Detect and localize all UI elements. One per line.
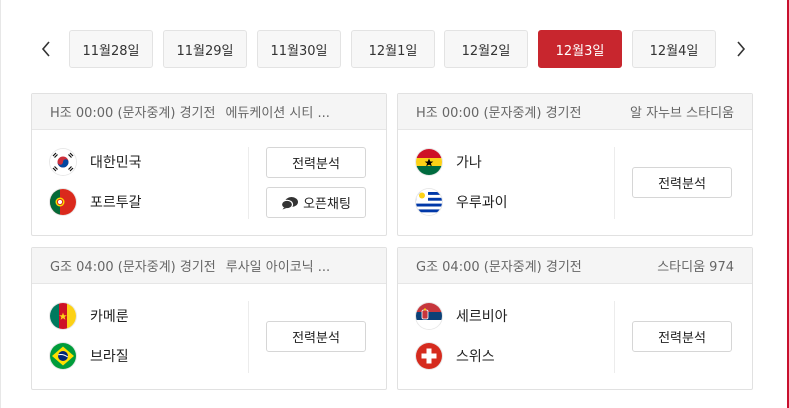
team-name: 포르투갈 [90,195,142,211]
match-venue: 에듀케이션 시티 ... [225,106,330,121]
cameroon-flag-icon [50,303,76,329]
next-date-button[interactable] [726,30,756,68]
match-venue: 알 자누브 스타디움 [630,106,734,121]
home-team[interactable]: 대한민국 [50,148,142,176]
date-tab[interactable]: 12월1일 [351,30,435,68]
divider [248,301,249,373]
team-name: 카메룬 [90,309,129,325]
away-team[interactable]: 포르투갈 [50,188,142,216]
team-name: 브라질 [90,349,129,365]
team-name: 스위스 [456,349,495,365]
team-name: 가나 [456,155,482,171]
analysis-button[interactable]: 전력분석 [266,321,366,352]
match-info: G조 04:00 (문자중계) 경기전 [50,260,216,275]
analysis-button[interactable]: 전력분석 [632,321,732,352]
match-info: H조 00:00 (문자중계) 경기전 [416,106,582,121]
open-chat-button[interactable]: 오픈채팅 [266,187,366,218]
match-header: H조 00:00 (문자중계) 경기전 알 자누브 스타디움 [398,94,752,130]
south-korea-flag-icon [50,149,76,175]
match-card: H조 00:00 (문자중계) 경기전 에듀케이션 시티 ... 대한민국 포르… [31,93,387,236]
away-team[interactable]: 브라질 [50,342,129,370]
date-tab[interactable]: 11월28일 [69,30,153,68]
switzerland-flag-icon [416,343,442,369]
date-tab[interactable]: 12월4일 [632,30,716,68]
match-card: H조 00:00 (문자중계) 경기전 알 자누브 스타디움 가나 우루과이 전… [397,93,753,236]
divider [614,301,615,373]
match-header: H조 00:00 (문자중계) 경기전 에듀케이션 시티 ... [32,94,386,130]
team-name: 대한민국 [90,155,142,171]
match-venue: 스타디움 974 [657,260,734,275]
match-info: H조 00:00 (문자중계) 경기전 [50,106,216,121]
chat-bubbles-icon [281,196,299,209]
schedule-widget: 11월28일 11월29일 11월30일 12월1일 12월2일 12월3일 1… [0,0,789,408]
team-name: 세르비아 [456,309,508,325]
divider [614,147,615,219]
team-name: 우루과이 [456,195,508,211]
date-tab-active[interactable]: 12월3일 [538,30,622,68]
serbia-flag-icon [416,303,442,329]
match-info: G조 04:00 (문자중계) 경기전 [416,260,582,275]
date-tab[interactable]: 11월29일 [163,30,247,68]
analysis-button[interactable]: 전력분석 [632,167,732,198]
uruguay-flag-icon [416,189,442,215]
brazil-flag-icon [50,343,76,369]
chevron-right-icon [737,41,746,57]
chevron-left-icon [41,41,50,57]
open-chat-label: 오픈채팅 [303,197,351,212]
home-team[interactable]: 가나 [416,148,482,176]
away-team[interactable]: 우루과이 [416,188,508,216]
date-tab[interactable]: 11월30일 [257,30,341,68]
divider [248,147,249,219]
date-tab[interactable]: 12월2일 [444,30,528,68]
date-navigation: 11월28일 11월29일 11월30일 12월1일 12월2일 12월3일 1… [31,30,761,68]
match-card: G조 04:00 (문자중계) 경기전 루사일 아이코닉 ... 카메룬 브라질… [31,247,387,390]
match-header: G조 04:00 (문자중계) 경기전 루사일 아이코닉 ... [32,248,386,284]
away-team[interactable]: 스위스 [416,342,495,370]
home-team[interactable]: 카메룬 [50,302,129,330]
prev-date-button[interactable] [31,30,61,68]
portugal-flag-icon [50,189,76,215]
match-header: G조 04:00 (문자중계) 경기전 스타디움 974 [398,248,752,284]
ghana-flag-icon [416,149,442,175]
analysis-button[interactable]: 전력분석 [266,147,366,178]
match-venue: 루사일 아이코닉 ... [225,260,331,275]
match-card: G조 04:00 (문자중계) 경기전 스타디움 974 세르비아 스위스 전력… [397,247,753,390]
home-team[interactable]: 세르비아 [416,302,508,330]
